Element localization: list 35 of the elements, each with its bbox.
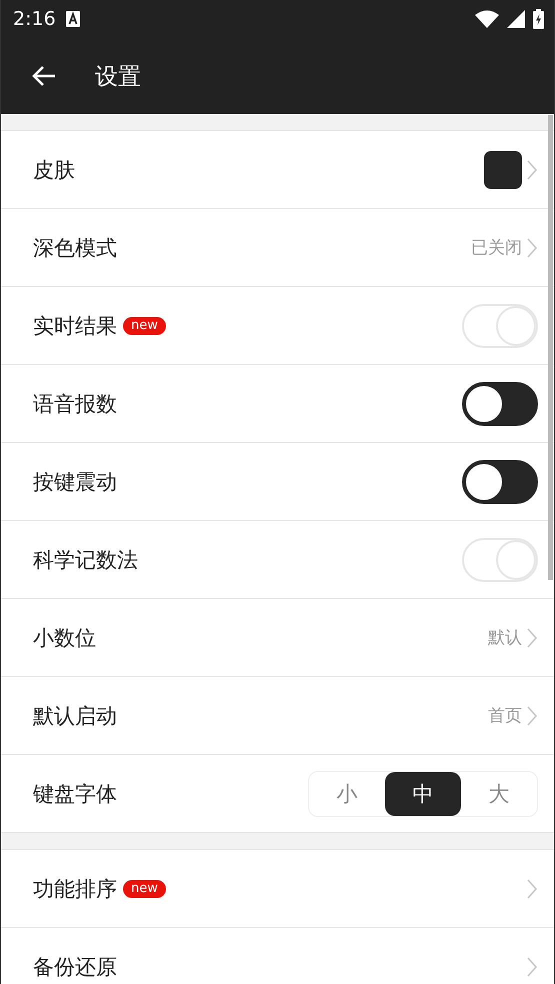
battery-icon — [533, 9, 544, 29]
chevron-icon — [526, 158, 538, 180]
wifi-icon — [475, 10, 499, 28]
setting-label: 功能排序 — [33, 876, 117, 902]
setting-label: 默认启动 — [33, 702, 117, 730]
setting-label: 小数位 — [33, 624, 96, 652]
new-badge: new — [123, 316, 166, 334]
signal-icon — [507, 10, 525, 28]
segment-option[interactable]: 大 — [461, 772, 537, 816]
chevron-icon — [526, 626, 538, 648]
setting-value: 默认 — [488, 627, 522, 649]
setting-label: 键盘字体 — [33, 780, 117, 808]
chevron-icon — [526, 236, 538, 258]
setting-label: 按键震动 — [33, 468, 117, 496]
setting-label: 科学记数法 — [33, 546, 138, 574]
color-swatch[interactable] — [484, 150, 522, 188]
segment-option[interactable]: 小 — [309, 772, 385, 816]
setting-label: 皮肤 — [33, 156, 75, 184]
setting-label: 备份还原 — [33, 954, 117, 980]
status-time: 2:16 — [13, 8, 56, 30]
notification-icon — [66, 11, 80, 27]
chevron-icon — [526, 956, 538, 978]
setting-value: 首页 — [488, 705, 522, 727]
setting-value: 已关闭 — [471, 237, 522, 259]
new-badge: new — [123, 880, 166, 898]
segment-option[interactable]: 中 — [385, 772, 461, 816]
setting-label: 实时结果 — [33, 312, 117, 340]
back-button[interactable] — [31, 64, 57, 88]
setting-label: 语音报数 — [33, 390, 117, 418]
chevron-icon — [526, 704, 538, 726]
toggle-switch[interactable] — [462, 460, 538, 504]
toggle-switch[interactable] — [462, 382, 538, 426]
screen-title: 设置 — [95, 62, 141, 92]
setting-label: 深色模式 — [33, 234, 117, 262]
chevron-icon — [526, 878, 538, 900]
